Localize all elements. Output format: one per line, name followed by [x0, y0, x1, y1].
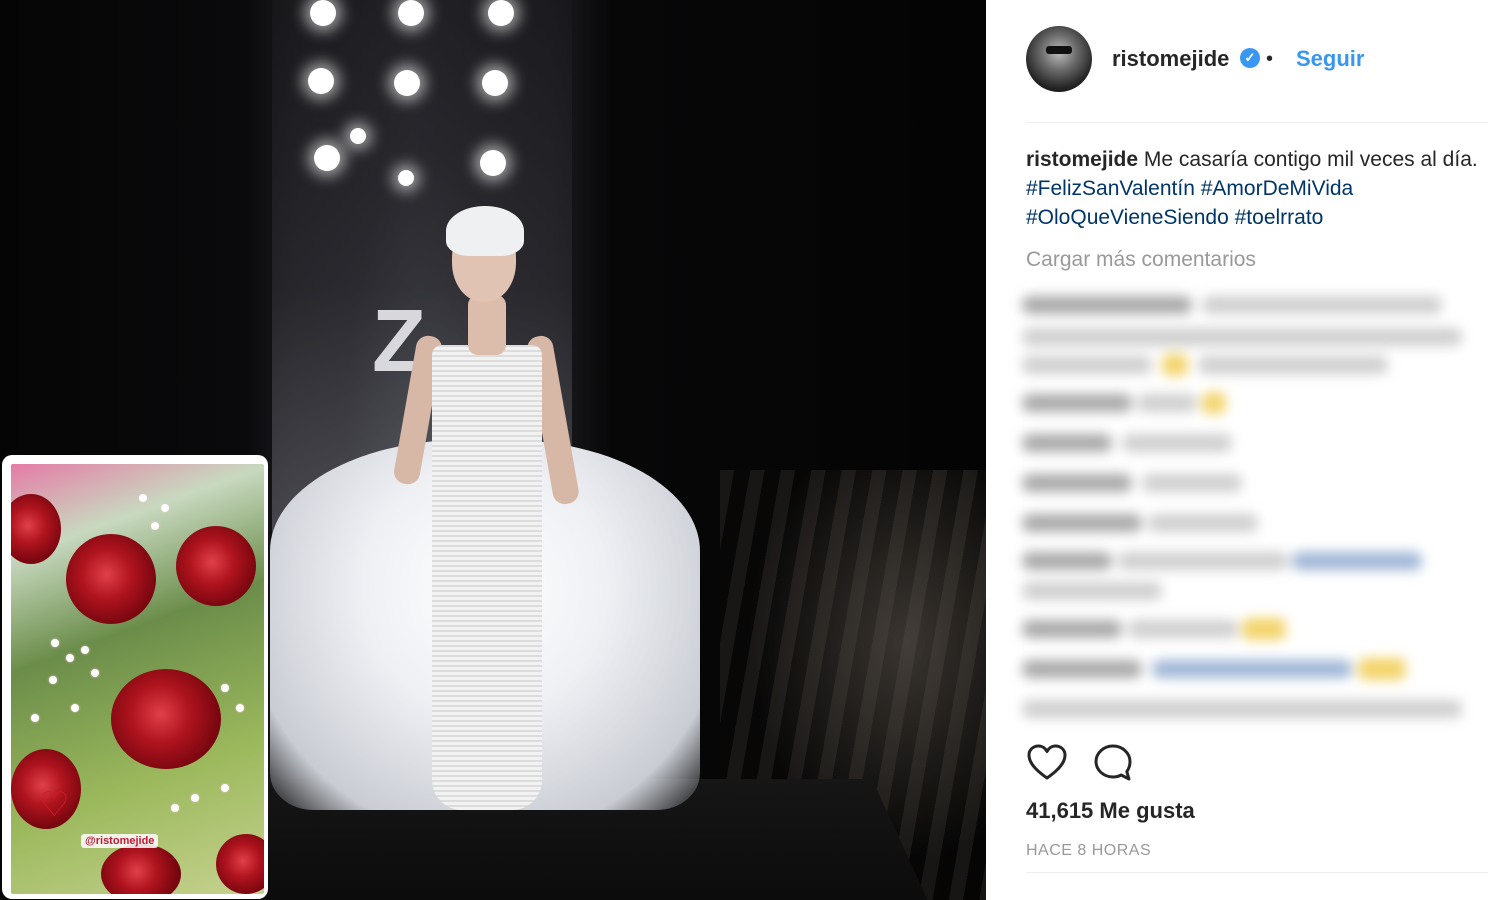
post-photo[interactable]: Z ♡ @ristomejide — [0, 0, 986, 900]
model-figure — [260, 200, 720, 820]
post-caption: ristomejide Me casaría contigo mil veces… — [1026, 145, 1478, 232]
stage-light — [310, 0, 336, 26]
roses-bouquet-image: ♡ @ristomejide — [11, 464, 264, 894]
model-hair — [446, 206, 524, 256]
rose — [176, 526, 256, 606]
hashtag-link[interactable]: #FelizSanValentín — [1026, 177, 1195, 200]
likes-count[interactable]: 41,615 Me gusta — [1026, 798, 1195, 824]
follow-button[interactable]: Seguir — [1296, 46, 1364, 72]
post-header: ristomejide ✓ • Seguir — [1026, 26, 1466, 92]
load-more-comments[interactable]: Cargar más comentarios — [1026, 248, 1256, 272]
verified-badge-icon: ✓ — [1240, 48, 1260, 68]
comment-icon[interactable] — [1092, 742, 1134, 784]
wedding-dress — [432, 345, 542, 810]
post-timestamp: HACE 8 HORAS — [1026, 842, 1152, 859]
stage-light — [482, 70, 508, 96]
stage-light — [398, 0, 424, 26]
avatar[interactable] — [1026, 26, 1092, 92]
rose — [216, 834, 264, 894]
rose — [66, 534, 156, 624]
hashtag-link[interactable]: #OloQueVieneSiendo — [1026, 206, 1229, 229]
caption-text: Me casaría contigo mil veces al día. — [1143, 148, 1478, 171]
post-side-panel: ristomejide ✓ • Seguir ristomejide Me ca… — [986, 0, 1488, 900]
story-inset: ♡ @ristomejide — [2, 455, 268, 899]
heart-doodle-icon: ♡ — [39, 786, 70, 824]
caption-username[interactable]: ristomejide — [1026, 148, 1138, 171]
stage-light — [308, 68, 334, 94]
rose — [111, 669, 221, 769]
stage-light — [394, 70, 420, 96]
hashtag-link[interactable]: #toelrrato — [1235, 206, 1324, 229]
post-actions — [1026, 742, 1226, 786]
story-mention[interactable]: @ristomejide — [81, 834, 159, 848]
hashtag-link[interactable]: #AmorDeMiVida — [1201, 177, 1354, 200]
divider — [1026, 122, 1488, 123]
stage-light — [314, 145, 340, 171]
rose — [101, 844, 181, 894]
stage-light — [398, 170, 414, 186]
model-neck — [468, 295, 506, 355]
blurred-comments — [1022, 288, 1462, 728]
heart-icon[interactable] — [1026, 742, 1068, 784]
rose — [11, 494, 61, 564]
stage-light — [350, 128, 366, 144]
separator-dot: • — [1266, 48, 1274, 70]
divider — [1026, 872, 1488, 873]
stage-light — [480, 150, 506, 176]
stage-light — [488, 0, 514, 26]
username-link[interactable]: ristomejide — [1112, 46, 1229, 72]
